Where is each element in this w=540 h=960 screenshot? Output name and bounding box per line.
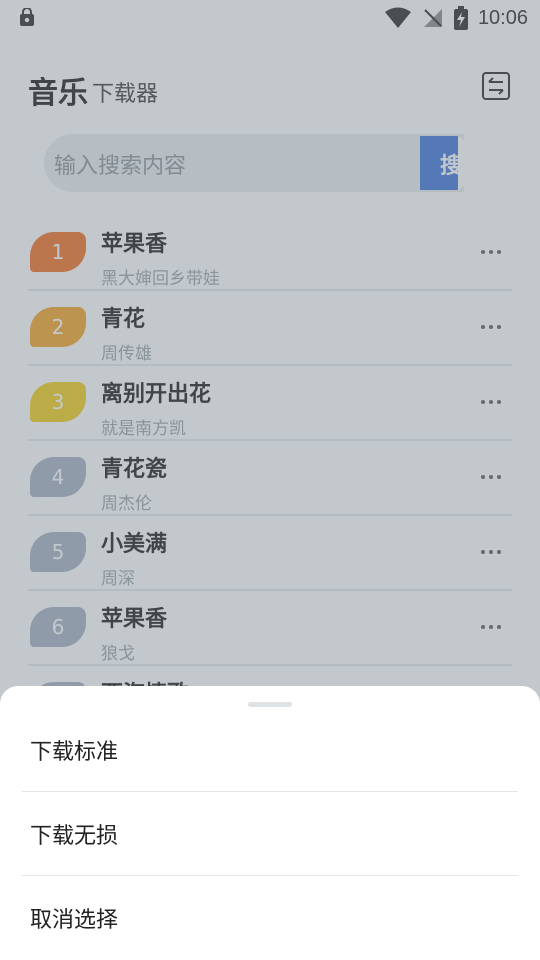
option-label: 下载标准: [30, 740, 119, 765]
option-label: 下载无损: [30, 824, 119, 849]
cancel-selection-option[interactable]: 取消选择: [0, 876, 540, 960]
option-label: 取消选择: [30, 908, 119, 933]
sheet-drag-handle[interactable]: [248, 702, 292, 707]
app-screen: 10:06 音乐 下载器 输入搜索内容 搜索 1 苹果香 黑大婶回乡带娃 2 青花 周传雄…: [0, 0, 540, 960]
download-standard-option[interactable]: 下载标准: [0, 708, 540, 792]
download-options-sheet: 下载标准 下载无损 取消选择: [0, 686, 540, 960]
download-lossless-option[interactable]: 下载无损: [0, 792, 540, 876]
